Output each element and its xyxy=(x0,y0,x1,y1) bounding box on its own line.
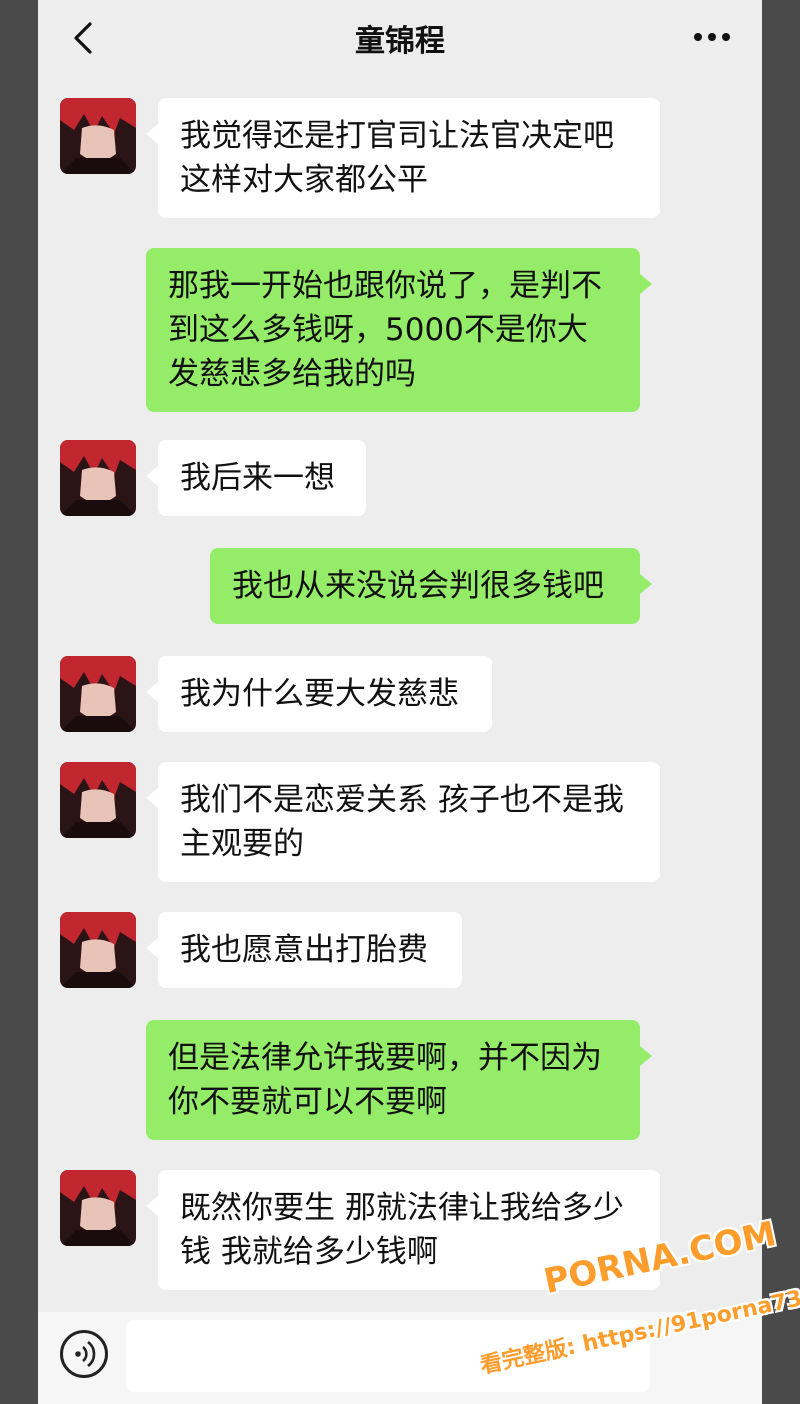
message-text: 但是法律允许我要啊，并不因为 你不要就可以不要啊 xyxy=(168,1040,602,1120)
contact-avatar[interactable] xyxy=(60,762,136,838)
contact-avatar[interactable] xyxy=(60,912,136,988)
chat-screen: 童锦程 我觉得还是打官司让法官决定吧 这样对大家都公平那我一开始也跟你说了，是判… xyxy=(38,0,762,1404)
message-text: 我后来一想 xyxy=(180,460,335,496)
contact-avatar[interactable] xyxy=(60,98,136,174)
message-text: 我觉得还是打官司让法官决定吧 这样对大家都公平 xyxy=(180,118,614,198)
chat-header: 童锦程 xyxy=(38,0,762,80)
message-bubble[interactable]: 我也愿意出打胎费 xyxy=(146,912,462,988)
message-bubble[interactable]: 那我一开始也跟你说了，是判不 到这么多钱呀，5000不是你大 发慈悲多给我的吗 xyxy=(146,248,652,412)
message-bubble[interactable]: 我也从来没说会判很多钱吧 xyxy=(210,548,652,624)
message-text: 那我一开始也跟你说了，是判不 到这么多钱呀，5000不是你大 发慈悲多给我的吗 xyxy=(168,268,602,392)
message-text: 我也从来没说会判很多钱吧 xyxy=(232,568,604,604)
chat-title: 童锦程 xyxy=(355,24,445,59)
contact-avatar[interactable] xyxy=(60,656,136,732)
voice-icon xyxy=(75,1340,96,1368)
message-bubble[interactable]: 我为什么要大发慈悲 xyxy=(146,656,492,732)
more-options-button[interactable] xyxy=(690,22,734,52)
message-bubble[interactable]: 我后来一想 xyxy=(146,440,366,516)
message-bubble[interactable]: 我们不是恋爱关系 孩子也不是我 主观要的 xyxy=(146,762,660,882)
message-bubble[interactable]: 我觉得还是打官司让法官决定吧 这样对大家都公平 xyxy=(146,98,660,218)
contact-avatar[interactable] xyxy=(60,1170,136,1246)
message-bubble[interactable]: 但是法律允许我要啊，并不因为 你不要就可以不要啊 xyxy=(146,1020,652,1140)
message-text: 我也愿意出打胎费 xyxy=(180,932,428,968)
voice-button[interactable] xyxy=(60,1330,108,1378)
message-text: 我们不是恋爱关系 孩子也不是我 主观要的 xyxy=(180,782,624,862)
contact-avatar[interactable] xyxy=(60,440,136,516)
message-text: 我为什么要大发慈悲 xyxy=(180,676,459,712)
